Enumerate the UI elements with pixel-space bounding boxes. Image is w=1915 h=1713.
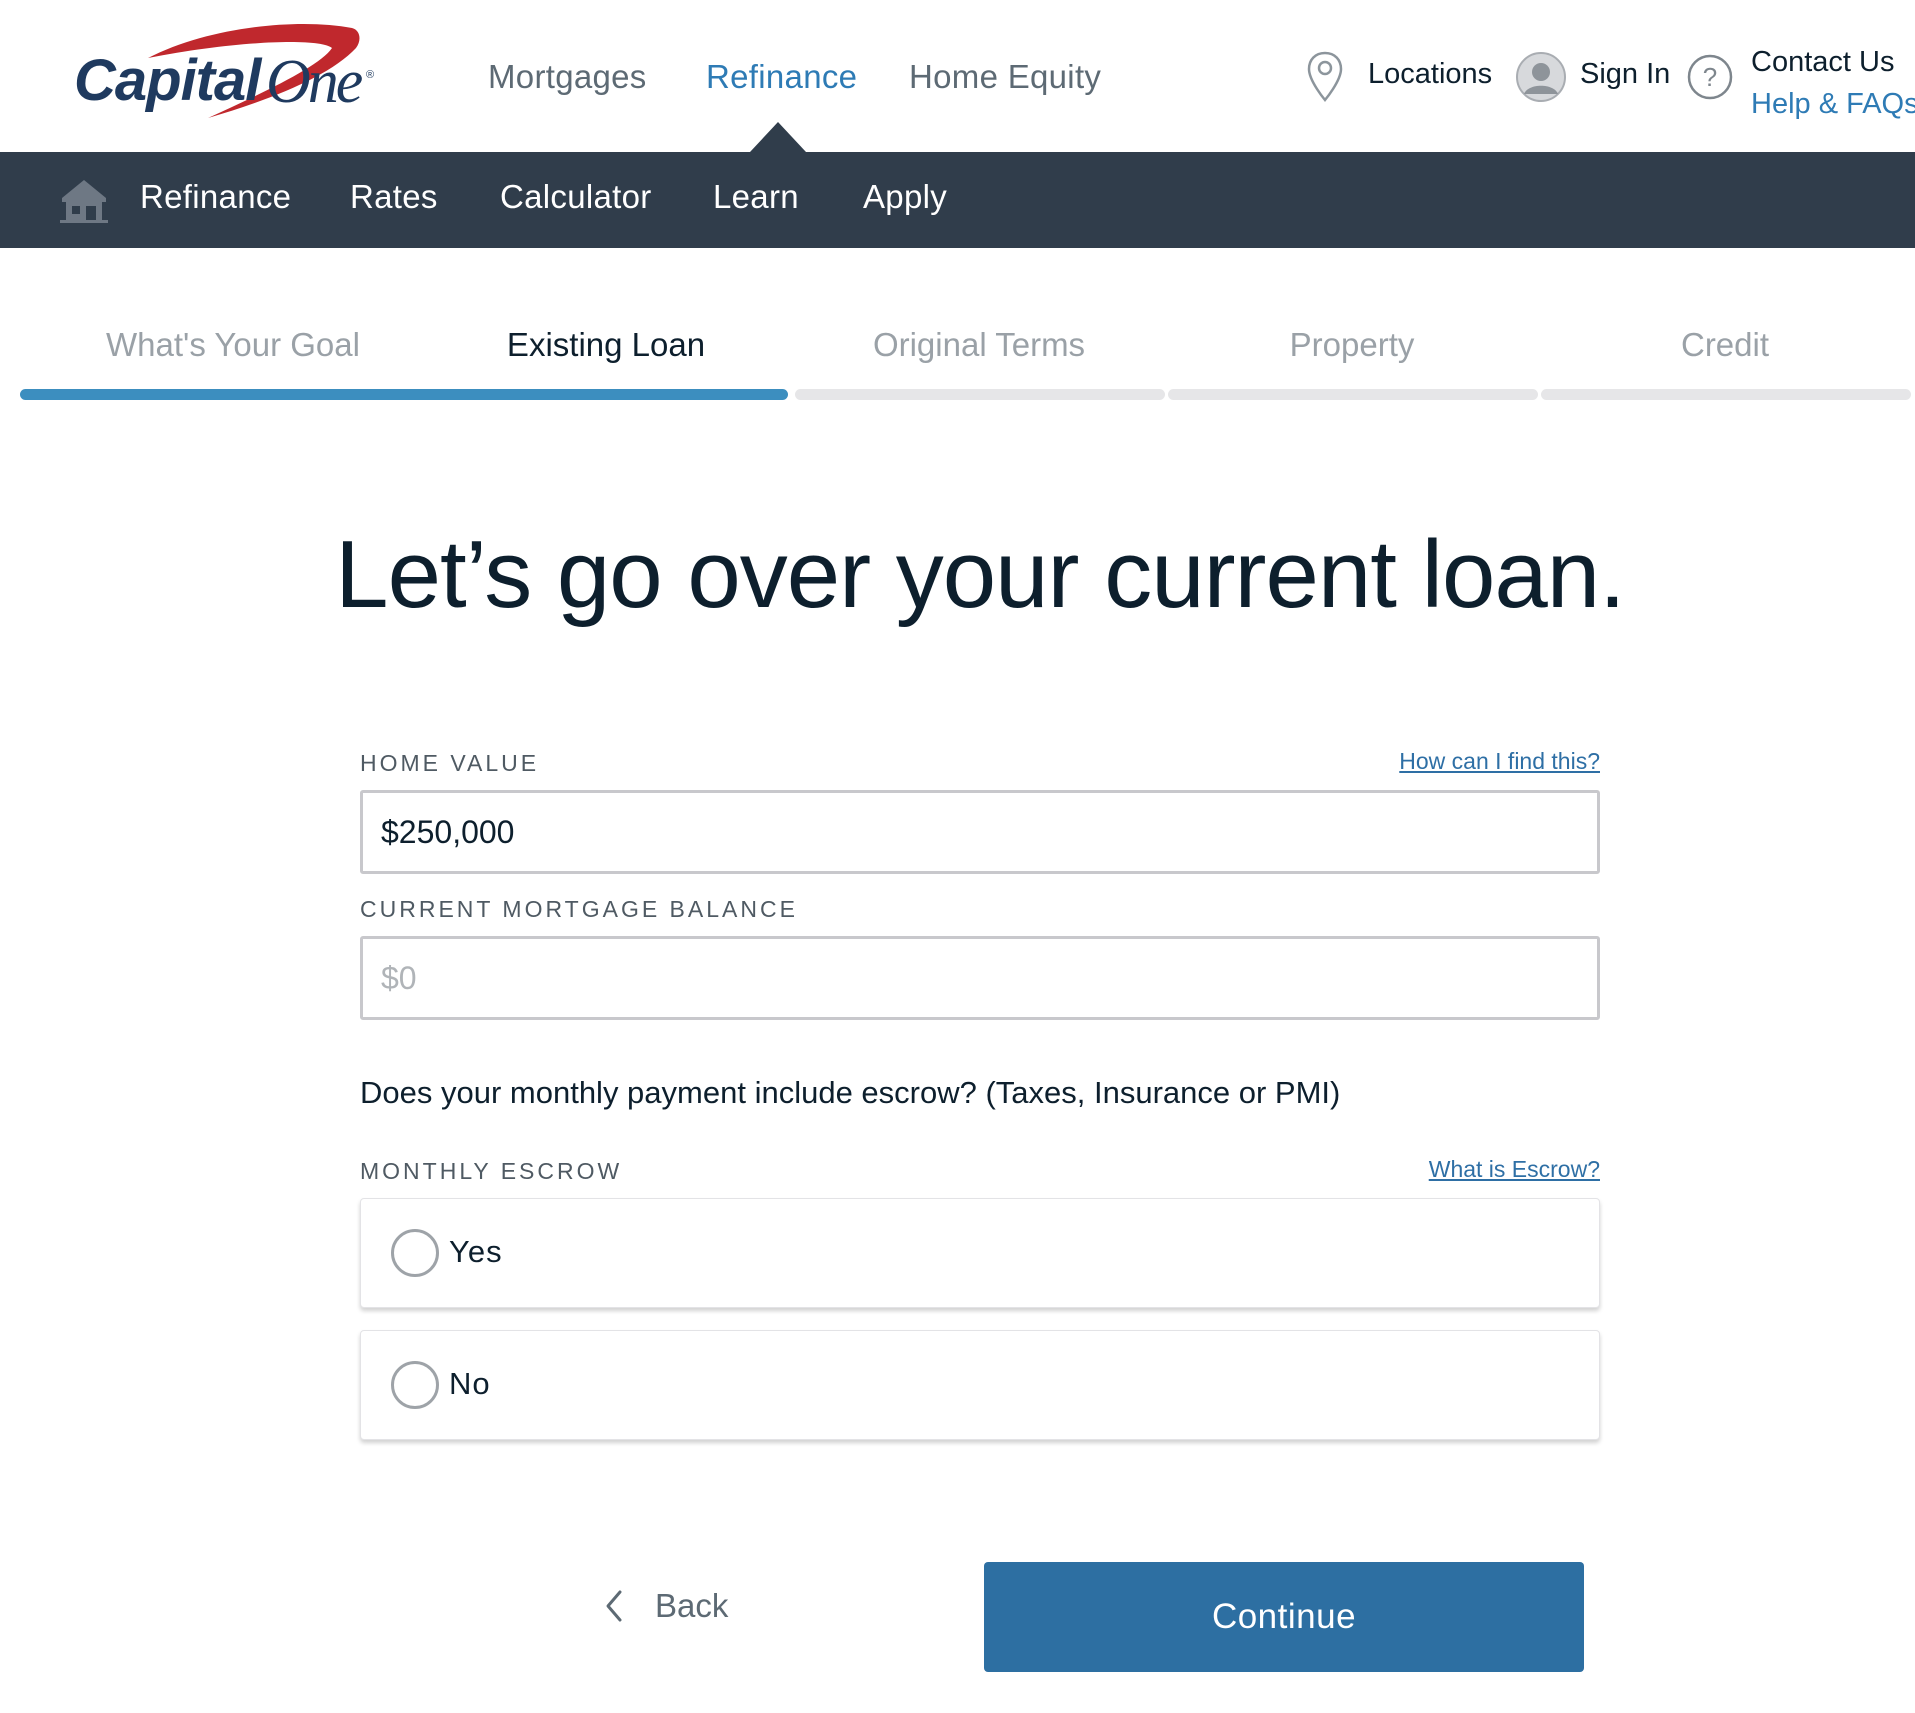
subnav-refinance[interactable]: Refinance xyxy=(140,178,291,216)
escrow-help-link[interactable]: What is Escrow? xyxy=(1429,1156,1600,1183)
subnav-apply[interactable]: Apply xyxy=(863,178,947,216)
mortgage-balance-input[interactable] xyxy=(360,936,1600,1020)
contact-us-link[interactable]: Contact Us xyxy=(1751,46,1894,79)
escrow-question: Does your monthly payment include escrow… xyxy=(360,1075,1341,1110)
subnav-calculator[interactable]: Calculator xyxy=(500,178,652,216)
active-nav-pointer xyxy=(750,122,806,152)
monthly-escrow-label: MONTHLY ESCROW xyxy=(360,1158,623,1184)
topnav-refinance[interactable]: Refinance xyxy=(706,58,857,96)
capital-one-logo-graphic: Capital One ® xyxy=(74,23,374,118)
top-header: Capital One ® Mortgages Refinance Home E… xyxy=(0,0,1915,152)
svg-text:?: ? xyxy=(1703,62,1717,92)
step-whats-your-goal[interactable]: What's Your Goal xyxy=(106,326,360,364)
step-existing-loan[interactable]: Existing Loan xyxy=(507,326,705,364)
step-original-terms: Original Terms xyxy=(872,326,1086,363)
step-property: Property xyxy=(1289,326,1415,363)
locations-link[interactable]: Locations xyxy=(1368,58,1492,91)
progress-bar-segment xyxy=(1168,389,1538,400)
topnav-home-equity[interactable]: Home Equity xyxy=(909,58,1101,96)
logo-registered-mark: ® xyxy=(366,69,374,81)
home-value-help-link[interactable]: How can I find this? xyxy=(1399,748,1600,775)
user-avatar-icon[interactable] xyxy=(1516,52,1566,107)
page-title: Let’s go over your current loan. xyxy=(335,521,1626,628)
home-value-label: HOME VALUE xyxy=(360,750,540,776)
location-pin-icon[interactable] xyxy=(1306,50,1344,109)
progress-bar-segment xyxy=(1541,389,1911,400)
house-icon[interactable] xyxy=(58,176,110,224)
step-credit: Credit xyxy=(1680,326,1770,363)
back-label: Back xyxy=(655,1587,729,1624)
subnav-rates[interactable]: Rates xyxy=(350,178,438,216)
continue-button[interactable]: Continue xyxy=(984,1562,1584,1672)
radio-button[interactable] xyxy=(391,1229,439,1277)
secondary-nav: Refinance Rates Calculator Learn Apply xyxy=(0,152,1915,248)
radio-label-no: No xyxy=(449,1366,491,1401)
home-value-input[interactable] xyxy=(360,790,1600,874)
logo-wordmark-capital: Capital xyxy=(74,48,263,113)
logo-wordmark-one: One xyxy=(266,48,363,116)
sign-in-link[interactable]: Sign In xyxy=(1580,58,1670,91)
mortgage-balance-label: CURRENT MORTGAGE BALANCE xyxy=(360,896,798,922)
help-faqs-link[interactable]: Help & FAQs xyxy=(1751,88,1915,121)
progress-bar-segment xyxy=(795,389,1165,400)
chevron-left-icon xyxy=(600,1588,630,1624)
capital-one-logo[interactable]: Capital One ® xyxy=(70,18,380,128)
progress-bar-filled xyxy=(20,389,788,400)
topnav-mortgages[interactable]: Mortgages xyxy=(488,58,647,96)
radio-label-yes: Yes xyxy=(449,1234,503,1269)
escrow-option-no[interactable]: No xyxy=(360,1330,1600,1440)
question-circle-icon[interactable]: ? xyxy=(1686,53,1734,106)
subnav-learn[interactable]: Learn xyxy=(713,178,799,216)
escrow-option-yes[interactable]: Yes xyxy=(360,1198,1600,1308)
radio-button[interactable] xyxy=(391,1361,439,1409)
